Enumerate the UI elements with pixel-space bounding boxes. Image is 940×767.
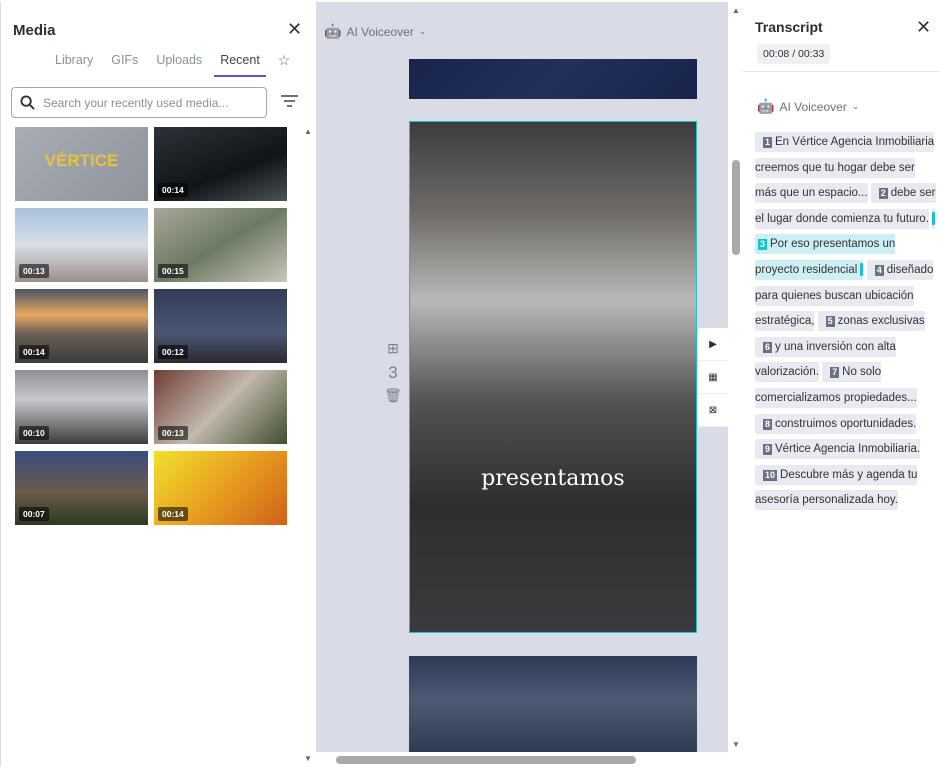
- media-thumbnail[interactable]: 00:14: [154, 127, 287, 201]
- tab-gifs[interactable]: GIFs: [105, 52, 144, 77]
- voiceover-label: AI Voiceover: [346, 24, 414, 39]
- segment-number: 4: [874, 264, 884, 276]
- chevron-down-icon: ⌄: [418, 26, 427, 36]
- close-transcript-icon[interactable]: ✕: [916, 17, 931, 38]
- duration-badge: 00:15: [158, 264, 188, 278]
- canvas-scrollbar[interactable]: ▲ ▼: [729, 2, 743, 767]
- segment-number: 7: [830, 367, 840, 379]
- media-title: Media: [13, 22, 56, 39]
- tab-recent[interactable]: Recent: [214, 52, 266, 77]
- segment-number: 5: [825, 316, 835, 328]
- media-thumbnail[interactable]: 00:12: [154, 289, 287, 363]
- media-thumbnail[interactable]: 00:13: [15, 208, 148, 282]
- trash-icon[interactable]: 🗑: [384, 387, 402, 404]
- scene-4-card[interactable]: [409, 656, 697, 767]
- duration-badge: 00:10: [19, 426, 49, 440]
- duration-badge: 00:14: [158, 183, 188, 197]
- segment-start-marker[interactable]: [932, 212, 936, 226]
- chevron-down-icon: ⌄: [851, 101, 860, 111]
- duration-badge: 00:13: [19, 264, 49, 278]
- scene-2-card[interactable]: [409, 59, 697, 99]
- time-readout: 00:08 / 00:33: [757, 44, 831, 64]
- robot-icon: 🤖: [324, 23, 342, 39]
- tab-uploads[interactable]: Uploads: [150, 52, 208, 77]
- segment-number: 6: [763, 341, 773, 353]
- scene-3-card[interactable]: presentamos: [409, 121, 697, 633]
- duration-badge: 00:14: [19, 345, 49, 359]
- scene-caption: presentamos: [481, 466, 625, 491]
- transcript-segment[interactable]: 9 Vértice Agencia Inmobiliaria.: [755, 439, 921, 460]
- canvas-area: 🤖 AI Voiceover ⌄ presentamos ⊞ 3 🗑 ▶ ▦ ⊠: [316, 2, 728, 767]
- media-grid: VÉRTICE 00:14 00:13 00:15 00:14 00:12 00:10 00:…: [15, 127, 287, 525]
- segment-number: 1: [763, 137, 773, 148]
- duration-badge: 00:07: [19, 507, 49, 521]
- search-box: [11, 87, 267, 118]
- horizontal-scrollbar[interactable]: [316, 752, 728, 767]
- segment-number: 8: [763, 418, 773, 430]
- robot-icon: 🤖: [757, 98, 775, 114]
- transcript-title: Transcript: [755, 19, 823, 35]
- media-thumbnail[interactable]: 00:14: [15, 289, 148, 363]
- segment-number: 10: [763, 469, 778, 481]
- segment-text: construimos oportunidades.: [775, 417, 917, 430]
- media-thumbnail[interactable]: 00:13: [154, 370, 287, 444]
- search-icon: [20, 95, 35, 110]
- search-input[interactable]: [43, 95, 258, 110]
- media-panel: Media ✕ Library GIFs Uploads Recent ☆ VÉ…: [0, 2, 315, 767]
- add-comment-icon[interactable]: ⊞: [384, 340, 402, 357]
- transcript-segment[interactable]: 8 construimos oportunidades.: [755, 413, 917, 434]
- scene-number: 3: [388, 363, 398, 382]
- duration-badge: 00:12: [158, 345, 188, 359]
- star-icon[interactable]: ☆: [272, 52, 297, 77]
- segment-text: zonas exclusivas: [837, 315, 925, 328]
- transcript-text: 1 En Vértice Agencia Inmobiliaria creemos…: [755, 130, 937, 514]
- scene-side-tools: ⊞ 3 🗑: [384, 340, 402, 404]
- transcript-segment[interactable]: 5 zonas exclusivas: [817, 311, 925, 332]
- segment-text: Descubre más y agenda tu asesoría person…: [755, 468, 918, 507]
- media-thumbnail[interactable]: 00:10: [15, 370, 148, 444]
- voiceover-label: AI Voiceover: [779, 99, 847, 114]
- media-thumbnail[interactable]: VÉRTICE: [15, 127, 148, 201]
- layout-icon[interactable]: ▦: [698, 361, 728, 394]
- filter-icon[interactable]: [281, 95, 298, 108]
- logo: VÉRTICE: [44, 151, 119, 170]
- media-thumbnail[interactable]: 00:15: [154, 208, 287, 282]
- voiceover-dropdown[interactable]: 🤖 AI Voiceover ⌄: [324, 23, 426, 40]
- duration-badge: 00:13: [158, 426, 188, 440]
- duration-badge: 00:14: [158, 507, 188, 521]
- segment-number: 9: [763, 444, 773, 456]
- media-thumbnail[interactable]: 00:07: [15, 451, 148, 525]
- segment-number: 2: [878, 188, 888, 200]
- hide-captions-icon[interactable]: ⊠: [698, 394, 728, 427]
- media-thumbnail[interactable]: 00:14: [154, 451, 287, 525]
- play-icon[interactable]: ▶: [698, 328, 728, 361]
- segment-end-marker[interactable]: [860, 263, 864, 277]
- transcript-voiceover-dropdown[interactable]: 🤖 AI Voiceover ⌄: [757, 98, 859, 115]
- transcript-panel: Transcript ✕ 00:08 / 00:33 🤖 AI Voiceove…: [743, 2, 940, 767]
- tab-library[interactable]: Library: [49, 52, 99, 77]
- scene-toolbar: ▶ ▦ ⊠: [698, 328, 728, 427]
- media-scrollbar[interactable]: ▲ ▼: [301, 127, 315, 767]
- transcript-segment[interactable]: 10 Descubre más y agenda tu asesoría pers…: [755, 464, 918, 511]
- segment-number: 3: [758, 239, 768, 251]
- segment-text: Vértice Agencia Inmobiliaria.: [775, 443, 921, 456]
- media-tabs: Library GIFs Uploads Recent ☆: [49, 52, 302, 77]
- close-media-icon[interactable]: ✕: [287, 19, 302, 40]
